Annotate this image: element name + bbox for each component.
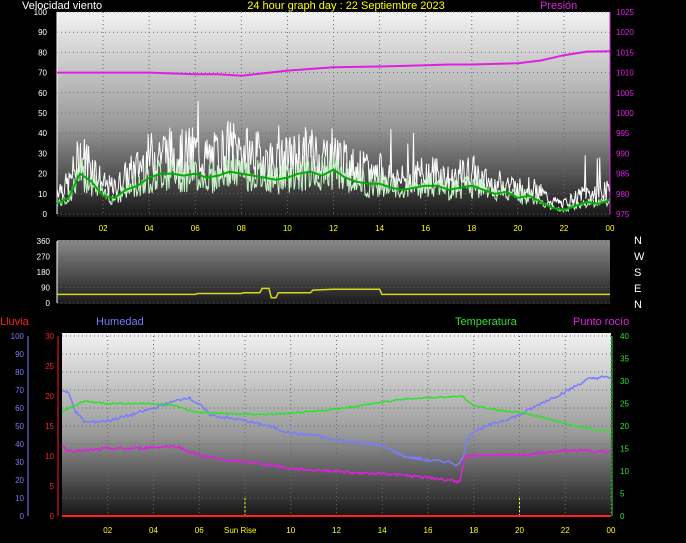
humidity-y-tick: 50 — [15, 422, 24, 431]
rain-y-tick: 10 — [45, 452, 54, 461]
pressure-y-tick: 990 — [616, 149, 630, 158]
humidity-y-tick: 70 — [15, 386, 24, 395]
direction-y-tick: 180 — [37, 268, 51, 277]
pressure-y-tick: 995 — [616, 129, 630, 138]
wind-x-tick: 20 — [513, 224, 522, 233]
pressure-y-tick: 1025 — [616, 8, 634, 17]
climate-x-tick: 10 — [286, 526, 295, 535]
pressure-y-tick: 1005 — [616, 89, 634, 98]
temperature-y-tick: 35 — [620, 355, 629, 364]
pressure-y-tick: 975 — [616, 210, 630, 219]
sunrise-label: Sun Rise — [224, 526, 257, 535]
wind-x-tick: 00 — [606, 224, 615, 233]
rain-label: Lluvia — [0, 316, 30, 328]
pressure-y-tick: 1015 — [616, 48, 634, 57]
wind-y-tick: 70 — [38, 69, 47, 78]
direction-y-tick: 0 — [46, 299, 51, 308]
climate-x-tick: 06 — [195, 526, 204, 535]
pressure-y-tick: 1000 — [616, 109, 634, 118]
climate-x-tick: 00 — [607, 526, 616, 535]
climate-x-tick: 02 — [103, 526, 112, 535]
dewpoint-label: Punto rocío — [573, 316, 629, 328]
humidity-y-tick: 100 — [11, 332, 25, 341]
wind-x-tick: 16 — [421, 224, 430, 233]
wind-y-tick: 0 — [43, 210, 48, 219]
climate-x-tick: 18 — [469, 526, 478, 535]
wind-x-tick: 18 — [467, 224, 476, 233]
temperature-y-tick: 5 — [620, 490, 625, 499]
rain-y-tick: 30 — [45, 332, 54, 341]
temperature-y-tick: 20 — [620, 422, 629, 431]
temperature-y-tick: 40 — [620, 332, 629, 341]
wind-x-tick: 08 — [237, 224, 246, 233]
weather-graph: 0102030405060708090100975980985990995100… — [0, 0, 645, 535]
rain-y-tick: 20 — [45, 392, 54, 401]
humidity-y-tick: 80 — [15, 368, 24, 377]
temperature-y-tick: 15 — [620, 445, 629, 454]
rain-y-tick: 15 — [45, 422, 54, 431]
pressure-y-tick: 985 — [616, 170, 630, 179]
climate-x-tick: 14 — [378, 526, 387, 535]
pressure-y-tick: 1010 — [616, 69, 634, 78]
temperature-label: Temperatura — [455, 316, 518, 328]
wind-x-tick: 22 — [559, 224, 568, 233]
direction-legend-e: E — [634, 283, 641, 295]
humidity-y-tick: 10 — [15, 494, 24, 503]
humidity-y-tick: 20 — [15, 476, 24, 485]
wind-x-tick: 14 — [375, 224, 384, 233]
wind-x-tick: 02 — [99, 224, 108, 233]
humidity-label: Humedad — [96, 316, 144, 328]
wind-x-tick: 04 — [145, 224, 154, 233]
direction-legend-n-bottom: N — [634, 299, 642, 311]
rain-y-tick: 5 — [50, 482, 55, 491]
wind-y-tick: 30 — [38, 149, 47, 158]
wind-y-tick: 50 — [38, 109, 47, 118]
direction-y-tick: 270 — [37, 253, 51, 262]
temperature-y-tick: 10 — [620, 467, 629, 476]
wind-y-tick: 60 — [38, 89, 47, 98]
direction-y-tick: 360 — [37, 237, 51, 246]
temperature-y-tick: 25 — [620, 400, 629, 409]
direction-y-tick: 90 — [41, 284, 50, 293]
wind-y-tick: 10 — [38, 190, 47, 199]
wind-x-tick: 10 — [283, 224, 292, 233]
temperature-y-tick: 30 — [620, 377, 629, 386]
humidity-y-tick: 30 — [15, 458, 24, 467]
pressure-y-tick: 980 — [616, 190, 630, 199]
wind-y-tick: 90 — [38, 28, 47, 37]
humidity-y-tick: 60 — [15, 404, 24, 413]
humidity-y-tick: 40 — [15, 440, 24, 449]
wind-y-tick: 20 — [38, 170, 47, 179]
climate-x-tick: 04 — [149, 526, 158, 535]
climate-x-tick: 12 — [332, 526, 341, 535]
rain-y-tick: 25 — [45, 362, 54, 371]
pressure-label: Presión — [540, 0, 577, 12]
chart-title: 24 hour graph day : 22 Septiembre 2023 — [247, 0, 445, 12]
rain-y-tick: 0 — [50, 512, 55, 521]
temperature-y-tick: 0 — [620, 512, 625, 521]
wind-x-tick: 06 — [191, 224, 200, 233]
wind-x-tick: 12 — [329, 224, 338, 233]
climate-x-tick: 22 — [561, 526, 570, 535]
climate-x-tick: 16 — [424, 526, 433, 535]
direction-legend-w: W — [634, 251, 645, 263]
wind-speed-label: Velocidad viento — [22, 0, 102, 12]
wind-y-tick: 40 — [38, 129, 47, 138]
direction-legend-n-top: N — [634, 235, 642, 247]
pressure-y-tick: 1020 — [616, 28, 634, 37]
climate-x-tick: 20 — [515, 526, 524, 535]
humidity-y-tick: 90 — [15, 350, 24, 359]
wind-y-tick: 80 — [38, 48, 47, 57]
direction-legend-s: S — [634, 267, 641, 279]
humidity-y-tick: 0 — [20, 512, 25, 521]
